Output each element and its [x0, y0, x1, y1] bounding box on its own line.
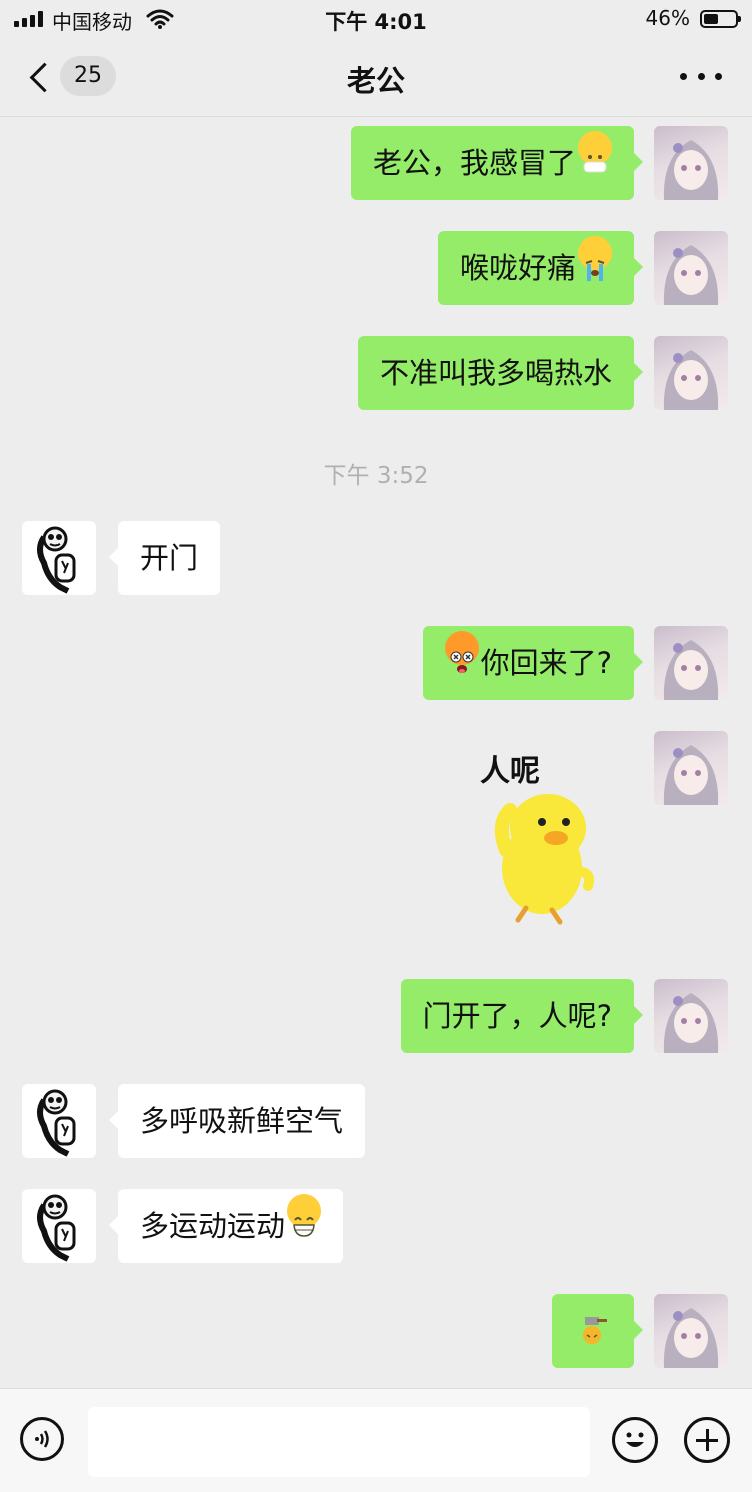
input-bar: [0, 1388, 752, 1492]
battery-fill: [704, 14, 718, 24]
hammer-head-emoji-icon: [583, 1317, 607, 1344]
contact-avatar[interactable]: [22, 1084, 96, 1158]
panda-meme-avatar-icon: [37, 526, 76, 594]
message-bubble-outgoing[interactable]: 你回来了?: [422, 626, 644, 700]
contact-avatar[interactable]: [22, 521, 96, 595]
message-input[interactable]: [88, 1407, 590, 1477]
voice-icon[interactable]: [20, 1417, 64, 1461]
message-bubble-incoming[interactable]: 多呼吸新鲜空气: [108, 1084, 366, 1158]
message-timestamp: 下午 3:52: [323, 463, 429, 489]
status-bar: 中国移动 下午 4:01 46%: [0, 0, 752, 40]
message-text: 开门: [140, 541, 199, 575]
message-text: 喉咙好痛: [459, 251, 576, 285]
battery-percent: 46%: [645, 6, 690, 30]
message-bubble-outgoing[interactable]: 老公，我感冒了: [350, 126, 644, 200]
panda-meme-avatar-icon: [37, 1089, 76, 1157]
message-bubble-incoming[interactable]: 多运动运动: [108, 1189, 344, 1263]
anime-girl-avatar-icon: [663, 640, 719, 700]
emoji-icon[interactable]: [612, 1417, 658, 1463]
dizzy-face-emoji-icon: [444, 631, 479, 673]
anime-girl-avatar-icon: [663, 245, 719, 305]
message-bubble-outgoing[interactable]: [552, 1294, 643, 1368]
my-avatar[interactable]: [654, 979, 728, 1053]
message-bubble-outgoing[interactable]: 门开了，人呢?: [400, 979, 644, 1053]
my-avatar[interactable]: [654, 126, 728, 200]
message-text: 门开了，人呢?: [422, 999, 612, 1033]
anime-girl-avatar-icon: [663, 350, 719, 410]
anime-girl-avatar-icon: [663, 745, 719, 805]
my-avatar[interactable]: [654, 231, 728, 305]
message-text: 你回来了?: [480, 646, 612, 680]
panda-meme-avatar-icon: [37, 1194, 76, 1262]
chat-title: 老公: [346, 64, 405, 98]
contact-avatar[interactable]: [22, 1189, 96, 1263]
anime-girl-avatar-icon: [663, 993, 719, 1053]
more-dots-icon[interactable]: [680, 62, 722, 90]
grinning-face-emoji-icon: [287, 1194, 322, 1237]
battery-icon: [700, 10, 741, 28]
clock: 下午 4:01: [325, 10, 427, 34]
my-avatar[interactable]: [654, 336, 728, 410]
message-bubble-outgoing[interactable]: 喉咙好痛: [437, 231, 644, 305]
plus-icon[interactable]: [684, 1417, 730, 1463]
chat-header: 25 老公: [0, 40, 752, 117]
my-avatar[interactable]: [654, 731, 728, 805]
crying-face-emoji-icon: [578, 236, 612, 281]
my-avatar[interactable]: [654, 1294, 728, 1368]
message-text: 不准叫我多喝热水: [379, 356, 612, 390]
duck-sticker-icon: [494, 794, 595, 925]
message-text: 多呼吸新鲜空气: [140, 1104, 344, 1138]
mask-face-emoji-icon: [578, 131, 612, 173]
yellow-duck-sticker[interactable]: 人呢: [470, 740, 630, 930]
message-bubble-outgoing[interactable]: 不准叫我多喝热水: [357, 336, 644, 410]
anime-girl-avatar-icon: [663, 140, 719, 200]
my-avatar[interactable]: [654, 626, 728, 700]
anime-girl-avatar-icon: [663, 1308, 719, 1368]
message-text: 老公，我感冒了: [372, 146, 576, 180]
message-bubble-incoming[interactable]: 开门: [108, 521, 221, 595]
message-text: 多运动运动: [140, 1209, 286, 1243]
